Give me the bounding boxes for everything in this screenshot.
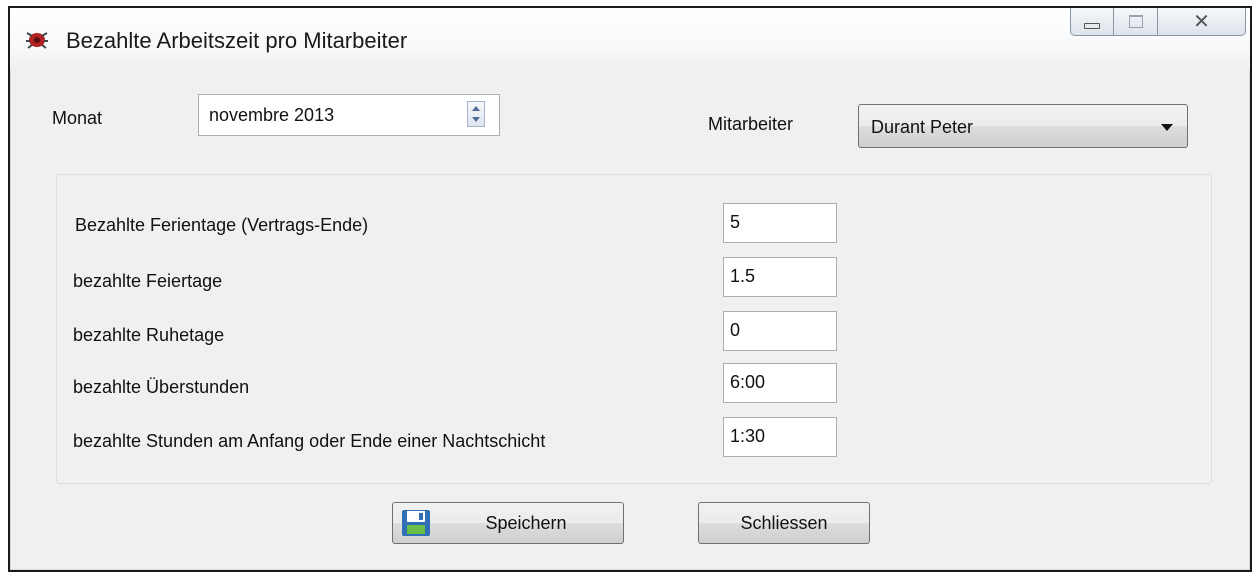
month-value: novembre 2013 bbox=[209, 105, 335, 125]
spin-down-icon[interactable] bbox=[472, 117, 480, 122]
field-label-night-shift-hours: bezahlte Stunden am Anfang oder Ende ein… bbox=[73, 431, 546, 451]
caption-buttons: ✕ bbox=[1070, 8, 1246, 38]
field-label-overtime: bezahlte Überstunden bbox=[73, 377, 250, 397]
field-holidays[interactable]: 1.5 bbox=[723, 257, 837, 297]
dialog-window: Bezahlte Arbeitszeit pro Mitarbeiter ✕ M… bbox=[8, 6, 1252, 572]
payments-group: Bezahlte Ferientage (Vertrags-Ende) 5 be… bbox=[56, 174, 1212, 484]
window-title: Bezahlte Arbeitszeit pro Mitarbeiter bbox=[66, 28, 408, 53]
field-vacation-days[interactable]: 5 bbox=[723, 203, 837, 243]
minimize-button[interactable] bbox=[1070, 8, 1114, 36]
employee-label: Mitarbeiter bbox=[708, 114, 794, 134]
save-button[interactable]: Speichern bbox=[392, 502, 624, 544]
close-window-button[interactable]: ✕ bbox=[1158, 8, 1246, 36]
close-button-label: Schliessen bbox=[740, 512, 828, 533]
month-label: Monat bbox=[52, 108, 103, 128]
field-overtime[interactable]: 6:00 bbox=[723, 363, 837, 403]
minimize-icon bbox=[1084, 22, 1100, 29]
month-spin-buttons[interactable] bbox=[467, 101, 485, 127]
maximize-icon bbox=[1128, 15, 1143, 28]
month-spinner[interactable]: novembre 2013 bbox=[198, 94, 500, 136]
app-bug-icon bbox=[26, 32, 48, 49]
close-button[interactable]: Schliessen bbox=[698, 502, 870, 544]
close-icon: ✕ bbox=[1193, 10, 1210, 33]
floppy-disk-icon bbox=[402, 510, 430, 536]
field-night-shift-hours[interactable]: 1:30 bbox=[723, 417, 837, 457]
save-button-label: Speichern bbox=[485, 512, 567, 533]
field-label-vacation-days: Bezahlte Ferientage (Vertrags-Ende) bbox=[75, 215, 369, 235]
field-label-rest-days: bezahlte Ruhetage bbox=[73, 325, 225, 345]
employee-dropdown[interactable]: Durant Peter bbox=[858, 104, 1188, 148]
maximize-button[interactable] bbox=[1114, 8, 1158, 36]
title-bar[interactable]: Bezahlte Arbeitszeit pro Mitarbeiter ✕ bbox=[10, 8, 1250, 70]
employee-selected: Durant Peter bbox=[871, 117, 974, 137]
field-rest-days[interactable]: 0 bbox=[723, 311, 837, 351]
spin-up-icon[interactable] bbox=[472, 106, 480, 111]
field-label-holidays: bezahlte Feiertage bbox=[73, 271, 223, 291]
dropdown-arrow-icon bbox=[1161, 124, 1173, 131]
